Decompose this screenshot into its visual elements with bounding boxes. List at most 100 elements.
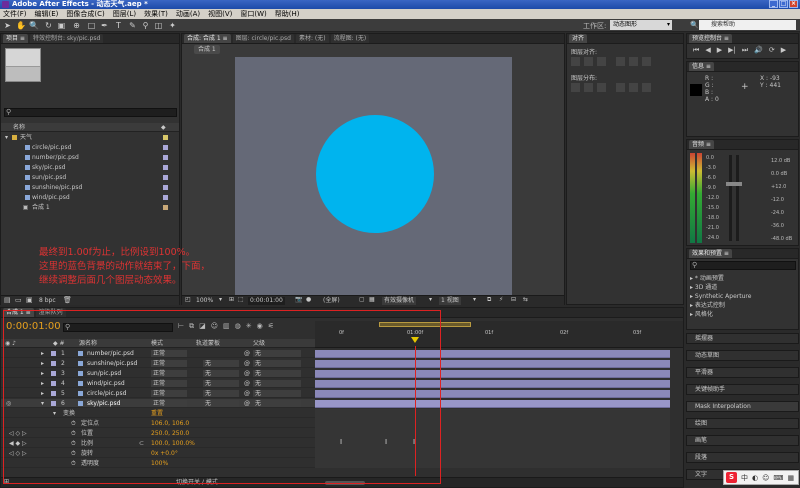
list-item[interactable]: ▸ 3D 通道 xyxy=(690,283,751,292)
list-item[interactable]: ▾ 天气 xyxy=(1,133,179,142)
tab-layer[interactable]: 图层: circle/pic.psd xyxy=(232,34,294,43)
panel-keyframe-assistant[interactable]: 关键帧助手 xyxy=(686,384,799,395)
brush-tool-icon[interactable]: ✎ xyxy=(128,21,137,30)
pan-behind-tool-icon[interactable]: ⊕ xyxy=(72,21,81,30)
distribute-top-icon[interactable] xyxy=(571,83,580,92)
disclosure-triangle-icon[interactable]: ▾ xyxy=(5,133,8,142)
comp-timecode[interactable]: 0:00:01:00 xyxy=(248,297,285,305)
bit-depth[interactable]: 8 bpc xyxy=(39,296,56,306)
column-name[interactable]: 名称 xyxy=(13,123,25,132)
transparency-grid-icon[interactable]: ▦ xyxy=(369,296,375,303)
pen-tool-icon[interactable]: ✒ xyxy=(100,21,109,30)
ime-keyboard-icon[interactable]: ⌨ xyxy=(773,474,783,482)
chevron-down-icon[interactable]: ▾ xyxy=(429,296,432,303)
align-left-icon[interactable] xyxy=(571,57,580,66)
panel-mask-interpolation[interactable]: Mask Interpolation xyxy=(686,401,799,412)
level-slider-track-left[interactable] xyxy=(729,155,732,241)
align-bottom-icon[interactable] xyxy=(642,57,651,66)
help-search-input[interactable]: 搜索帮助 xyxy=(699,20,796,30)
rotate-tool-icon[interactable]: ↻ xyxy=(44,21,53,30)
distribute-left-icon[interactable] xyxy=(616,83,625,92)
distribute-bottom-icon[interactable] xyxy=(597,83,606,92)
list-item[interactable]: sky/pic.psd xyxy=(1,163,179,172)
ime-settings-icon[interactable]: ▦ xyxy=(788,474,795,482)
resolution-select[interactable]: (全屏) xyxy=(323,296,340,306)
timeline-icon[interactable]: ⊟ xyxy=(511,296,516,303)
audio-icon[interactable]: 🔊 xyxy=(754,46,763,56)
minimize-button[interactable]: _ xyxy=(769,0,778,8)
align-right-icon[interactable] xyxy=(597,57,606,66)
list-item[interactable]: number/pic.psd xyxy=(1,153,179,162)
tab-info[interactable]: 信息 ≡ xyxy=(689,62,714,71)
tab-footage[interactable]: 素材: (无) xyxy=(295,34,329,43)
tab-effects-presets[interactable]: 效果和预置 ≡ xyxy=(689,249,732,258)
menu-animation[interactable]: 动画(A) xyxy=(176,9,200,19)
distribute-right-icon[interactable] xyxy=(642,83,651,92)
ime-logo[interactable]: S xyxy=(726,472,737,483)
puppet-tool-icon[interactable]: ✦ xyxy=(168,21,177,30)
preview-toggle-icon[interactable]: ◰ xyxy=(185,296,191,303)
fast-preview-icon[interactable]: ⚡ xyxy=(499,296,503,303)
comp-canvas[interactable] xyxy=(235,57,512,295)
first-frame-icon[interactable]: ⏮ xyxy=(693,46,699,56)
new-composition-icon[interactable]: ▣ xyxy=(26,296,33,304)
tab-project[interactable]: 项目 ≡ xyxy=(3,34,28,43)
tab-flowchart[interactable]: 流程图: (无) xyxy=(330,34,370,43)
panel-wiggler[interactable]: 摇摆器 xyxy=(686,333,799,344)
panel-smoother[interactable]: 平滑器 xyxy=(686,367,799,378)
zoom-level[interactable]: 100% xyxy=(196,296,213,306)
view-layout-select[interactable]: 1 视图 xyxy=(439,297,461,305)
camera-tool-icon[interactable]: ▣ xyxy=(57,21,66,30)
panel-motion-sketch[interactable]: 动态草图 xyxy=(686,350,799,361)
close-button[interactable]: × xyxy=(789,0,798,8)
align-vcenter-icon[interactable] xyxy=(629,57,638,66)
list-item[interactable]: sunshine/pic.psd xyxy=(1,183,179,192)
project-search-input[interactable]: ⚲ xyxy=(4,108,177,117)
panel-brushes[interactable]: 画笔 xyxy=(686,435,799,446)
tab-audio[interactable]: 音频 ≡ xyxy=(689,140,714,149)
selection-tool-icon[interactable]: ➤ xyxy=(3,21,12,30)
delete-icon[interactable]: 🗑 xyxy=(63,296,72,304)
snapshot-icon[interactable]: 📷 xyxy=(295,296,302,303)
list-item[interactable]: 合成 1 xyxy=(1,203,179,212)
tab-composition[interactable]: 合成: 合成 1 ≡ xyxy=(184,34,231,43)
text-tool-icon[interactable]: T xyxy=(114,21,123,30)
list-item[interactable]: wind/pic.psd xyxy=(1,193,179,202)
list-item[interactable]: ▸ 风格化 xyxy=(690,310,751,319)
tab-effect-controls[interactable]: 特效控制台: sky/pic.psd xyxy=(29,34,104,43)
chevron-down-icon[interactable]: ▾ xyxy=(219,296,222,303)
effects-search-input[interactable]: ⚲ xyxy=(690,261,796,270)
eraser-tool-icon[interactable]: ◫ xyxy=(154,21,163,30)
menu-edit[interactable]: 编辑(E) xyxy=(35,9,59,19)
level-slider-thumb[interactable] xyxy=(726,182,742,186)
menu-view[interactable]: 视图(V) xyxy=(208,9,232,19)
panel-paragraph[interactable]: 段落 xyxy=(686,452,799,463)
flowchart-icon[interactable]: ⇆ xyxy=(523,296,528,303)
comp-nav-label[interactable]: 合成 1 xyxy=(194,45,220,54)
menu-layer[interactable]: 图层(L) xyxy=(113,9,136,19)
play-icon[interactable]: ▶ xyxy=(717,46,722,56)
toggle-pixel-aspect-icon[interactable]: ⧉ xyxy=(487,296,491,304)
ime-emoji-icon[interactable]: ☺ xyxy=(762,474,769,482)
loop-icon[interactable]: ⟳ xyxy=(769,46,775,56)
prev-frame-icon[interactable]: ◀ xyxy=(705,46,710,56)
align-top-icon[interactable] xyxy=(616,57,625,66)
menu-composition[interactable]: 图像合成(C) xyxy=(66,9,104,19)
list-item[interactable]: ▸ 表达式控制 xyxy=(690,301,751,310)
zoom-tool-icon[interactable]: 🔍 xyxy=(29,21,39,30)
interpret-footage-icon[interactable]: ▤ xyxy=(4,296,11,304)
maximize-button[interactable]: □ xyxy=(779,0,788,8)
clone-stamp-tool-icon[interactable]: ⚲ xyxy=(141,21,150,30)
menu-file[interactable]: 文件(F) xyxy=(3,9,27,19)
ram-preview-icon[interactable]: ▶ xyxy=(781,46,786,56)
safe-zones-icon[interactable]: ⬚ xyxy=(238,296,244,303)
chevron-down-icon[interactable]: ▾ xyxy=(473,296,476,303)
mask-tool-icon[interactable]: □ xyxy=(87,21,96,30)
blue-circle-layer[interactable] xyxy=(316,115,434,233)
menu-help[interactable]: 帮助(H) xyxy=(275,9,300,19)
list-item[interactable]: ▸ Synthetic Aperture xyxy=(690,292,751,301)
level-slider-track-right[interactable] xyxy=(736,155,739,241)
distribute-hcenter-icon[interactable] xyxy=(629,83,638,92)
grid-icon[interactable]: ⊞ xyxy=(229,296,234,303)
align-hcenter-icon[interactable] xyxy=(584,57,593,66)
